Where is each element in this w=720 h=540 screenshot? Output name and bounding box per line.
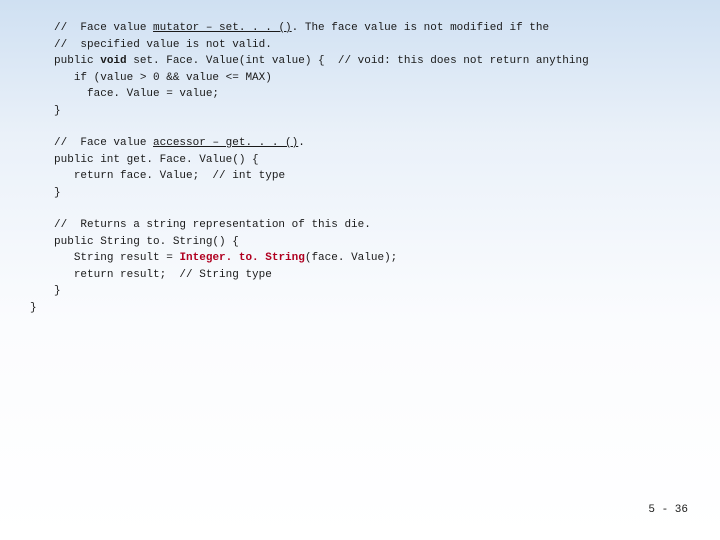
code-line: // Returns a string representation of th… <box>54 217 700 234</box>
code-line: } <box>54 103 700 120</box>
brace-close: } <box>54 285 61 297</box>
code-line: } <box>54 185 700 202</box>
var-decl: String result = <box>54 252 179 264</box>
class-brace-close: } <box>30 302 37 314</box>
code-line: // Face value mutator – set. . . (). The… <box>54 20 700 37</box>
code-area: // Face value mutator – set. . . (). The… <box>54 20 700 332</box>
call-args: (face. Value); <box>305 252 397 264</box>
page-number: 5 - 36 <box>648 502 688 519</box>
keyword-public: public <box>54 55 100 67</box>
comment-text: // specified value is not valid. <box>54 39 272 51</box>
comment-text: // Face value <box>54 137 153 149</box>
code-block-accessor: // Face value accessor – get. . . (). pu… <box>54 135 700 201</box>
return-stmt: return result; // String type <box>54 269 272 281</box>
comment-text: // Face value <box>54 22 153 34</box>
code-line: face. Value = value; <box>54 86 700 103</box>
comment-text: . <box>298 137 305 149</box>
brace-close: } <box>54 187 61 199</box>
code-block-mutator: // Face value mutator – set. . . (). The… <box>54 20 700 119</box>
code-line: return result; // String type <box>54 267 700 284</box>
brace-close: } <box>54 105 61 117</box>
signature-tail: set. Face. Value(int value) { // void: t… <box>127 55 589 67</box>
code-line: // Face value accessor – get. . . (). <box>54 135 700 152</box>
comment-text: . The face value is not modified if the <box>292 22 549 34</box>
code-line: public int get. Face. Value() { <box>54 152 700 169</box>
code-line: public String to. String() { <box>54 234 700 251</box>
integer-tostring-call: Integer. to. String <box>179 252 304 264</box>
return-stmt: return face. Value; // int type <box>54 170 285 182</box>
code-line: String result = Integer. to. String(face… <box>54 250 700 267</box>
comment-underline: accessor – get. . . () <box>153 137 298 149</box>
assignment: face. Value = value; <box>54 88 219 100</box>
keyword-void: void <box>100 55 126 67</box>
if-statement: if (value > 0 && value <= MAX) <box>54 72 272 84</box>
code-line: // specified value is not valid. <box>54 37 700 54</box>
code-line: return face. Value; // int type <box>54 168 700 185</box>
signature: public int get. Face. Value() { <box>54 154 259 166</box>
code-line: } <box>30 300 700 317</box>
code-line: } <box>54 283 700 300</box>
code-line: if (value > 0 && value <= MAX) <box>54 70 700 87</box>
code-line: public void set. Face. Value(int value) … <box>54 53 700 70</box>
signature: public String to. String() { <box>54 236 239 248</box>
comment-text: // Returns a string representation of th… <box>54 219 371 231</box>
comment-underline: mutator – set. . . () <box>153 22 292 34</box>
code-block-tostring: // Returns a string representation of th… <box>54 217 700 316</box>
